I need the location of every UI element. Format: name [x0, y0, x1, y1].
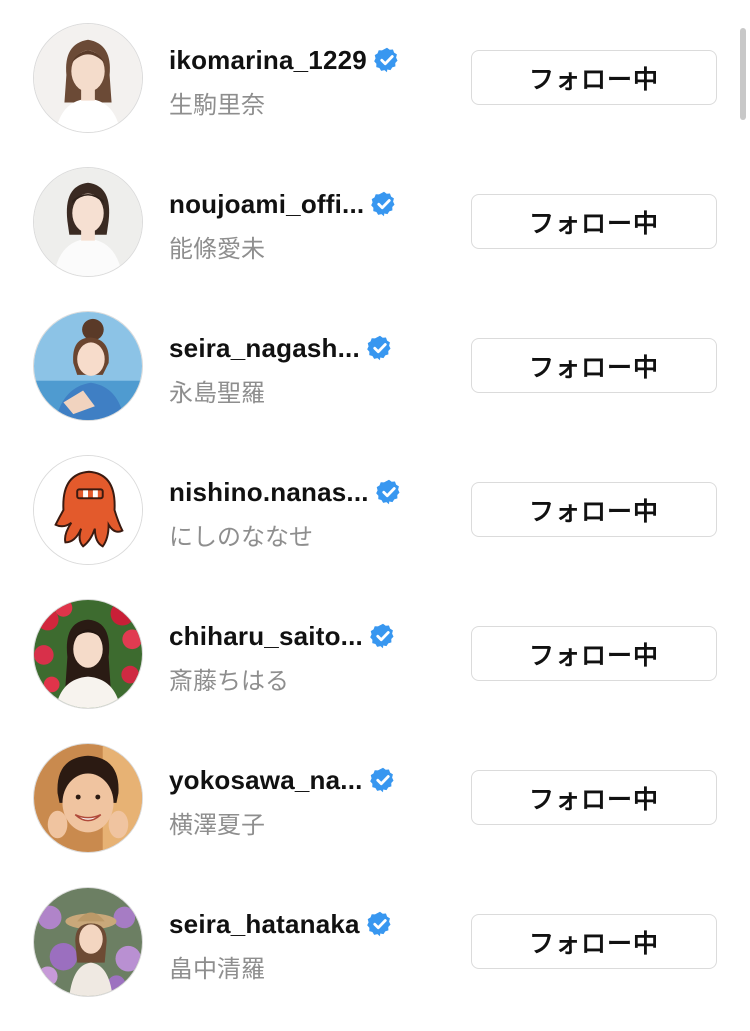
username[interactable]: seira_hatanaka	[169, 909, 394, 940]
full-name: 横澤夏子	[169, 812, 265, 839]
following-button[interactable]: フォロー中	[471, 338, 717, 393]
list-item[interactable]: yokosawa_na... 横澤夏子 フォロー中	[0, 743, 740, 887]
following-button[interactable]: フォロー中	[471, 482, 717, 537]
full-name: 斎藤ちはる	[169, 668, 289, 695]
avatar[interactable]	[33, 599, 143, 709]
avatar[interactable]	[33, 743, 143, 853]
username[interactable]: seira_nagash...	[169, 333, 394, 364]
list-item[interactable]: seira_nagash... 永島聖羅 フォロー中	[0, 311, 740, 455]
avatar[interactable]	[33, 167, 143, 277]
full-name: にしのななせ	[169, 524, 313, 551]
username[interactable]: nishino.nanas...	[169, 477, 403, 508]
full-name: 生駒里奈	[169, 92, 265, 119]
avatar[interactable]	[33, 887, 143, 997]
list-item[interactable]: chiharu_saito... 斎藤ちはる フォロー中	[0, 599, 740, 743]
following-button[interactable]: フォロー中	[471, 770, 717, 825]
verified-badge-icon	[371, 191, 395, 217]
following-button[interactable]: フォロー中	[471, 626, 717, 681]
verified-badge-icon	[370, 623, 394, 649]
avatar[interactable]	[33, 455, 143, 565]
username[interactable]: ikomarina_1229	[169, 45, 401, 76]
list-item[interactable]: seira_hatanaka 畠中清羅 フォロー中	[0, 887, 740, 1031]
octopus-icon	[34, 456, 142, 564]
list-item[interactable]: noujoami_offi... 能條愛未 フォロー中	[0, 167, 740, 311]
full-name: 能條愛未	[169, 236, 265, 263]
verified-badge-icon	[366, 911, 391, 937]
username[interactable]: chiharu_saito...	[169, 621, 397, 652]
avatar[interactable]	[33, 23, 143, 133]
full-name: 永島聖羅	[169, 380, 265, 407]
following-button[interactable]: フォロー中	[471, 914, 717, 969]
verified-badge-icon	[374, 47, 398, 73]
list-item[interactable]: nishino.nanas... にしのななせ フォロー中	[0, 455, 740, 599]
verified-badge-icon	[369, 767, 394, 793]
scrollbar[interactable]	[740, 28, 746, 120]
full-name: 畠中清羅	[169, 956, 265, 983]
username[interactable]: noujoami_offi...	[169, 189, 398, 220]
following-button[interactable]: フォロー中	[471, 50, 717, 105]
verified-badge-icon	[367, 335, 391, 361]
following-button[interactable]: フォロー中	[471, 194, 717, 249]
list-item[interactable]: ikomarina_1229 生駒里奈 フォロー中	[0, 23, 740, 167]
verified-badge-icon	[375, 479, 400, 505]
avatar[interactable]	[33, 311, 143, 421]
username[interactable]: yokosawa_na...	[169, 765, 397, 796]
